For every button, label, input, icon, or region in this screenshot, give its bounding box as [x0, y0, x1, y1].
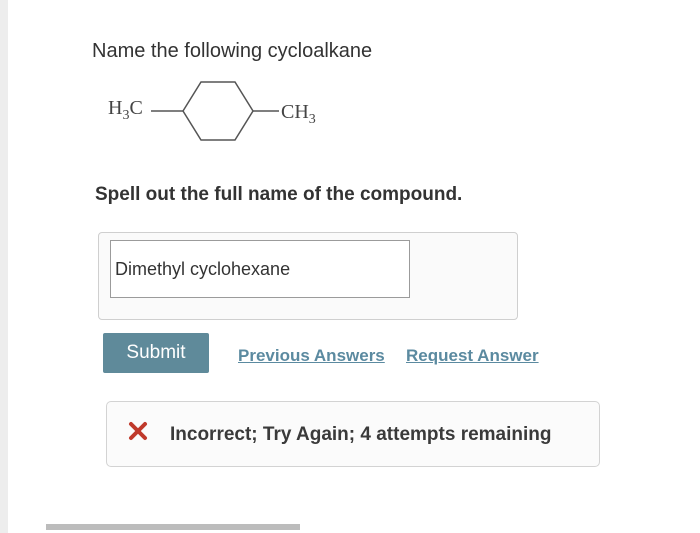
horizontal-scrollbar[interactable] — [46, 524, 300, 530]
methyl-right-label: CH3 — [281, 101, 316, 127]
answer-input[interactable] — [110, 240, 410, 298]
instruction-text: Spell out the full name of the compound. — [95, 184, 463, 205]
x-icon — [129, 422, 147, 440]
submit-button[interactable]: Submit — [103, 333, 209, 373]
page-left-edge — [0, 0, 8, 533]
question-title: Name the following cycloalkane — [92, 40, 373, 62]
previous-answers-link[interactable]: Previous Answers — [238, 346, 385, 366]
molecule-structure: H3C CH3 — [105, 74, 345, 154]
feedback-text: Incorrect; Try Again; 4 attempts remaini… — [170, 424, 552, 445]
methyl-left-label: H3C — [108, 97, 143, 123]
request-answer-link[interactable]: Request Answer — [406, 346, 539, 366]
